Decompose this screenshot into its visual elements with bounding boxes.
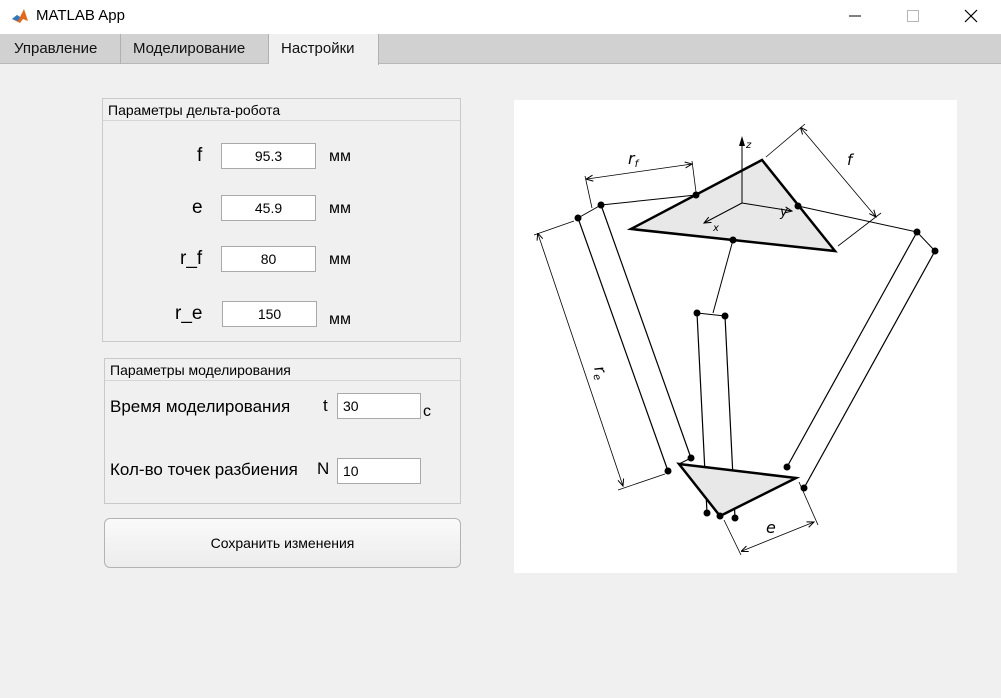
sim-params-title: Параметры моделирования [105,359,460,381]
e-label: e [192,197,203,218]
left-upper-link [577,204,602,219]
right-upper-link-2 [916,231,936,252]
tab-bar: Управление Моделирование Настройки [0,34,1001,65]
sim-time-symbol: t [323,396,328,415]
minimize-button[interactable] [826,0,884,32]
e-ext-1 [723,519,742,556]
points-input[interactable]: 10 [337,458,421,484]
sim-time-input[interactable]: 30 [337,393,421,419]
middle-upper-link [712,239,734,314]
robot-params-panel: Параметры дельта-робота f 95.3 мм e 45.9… [102,98,461,342]
rf-ext-1 [584,175,593,209]
maximize-icon [907,10,919,22]
matlab-logo-icon [11,7,29,25]
f-ext-1 [765,123,806,158]
tab-settings[interactable]: Настройки [269,34,379,65]
save-changes-button[interactable]: Сохранить изменения [104,518,461,568]
f-dim-line [801,128,876,217]
rf-dim-label: rf [628,149,640,170]
points-label: Кол-во точек разбиения [110,460,298,479]
right-rod-2 [803,250,936,489]
e-ext-2 [798,481,819,526]
re-input[interactable]: 150 [222,301,317,327]
left-rod-1 [577,217,669,472]
tab-control[interactable]: Управление [2,34,121,64]
tab-modeling[interactable]: Моделирование [121,34,269,64]
rf-input[interactable]: 80 [221,246,316,272]
rf-unit: мм [329,251,351,268]
sim-params-panel: Параметры моделирования Время моделирова… [104,358,461,504]
re-dim-label: re [588,363,612,382]
f-ext-2 [837,212,882,247]
z-arrowhead [739,136,745,146]
rf-ext-2 [691,160,697,193]
x-axis-label: x [712,223,719,234]
re-unit: мм [329,311,351,328]
robot-params-title: Параметры дельта-робота [103,99,460,121]
re-label: r_e [175,303,203,324]
f-dim-label: f [847,151,855,169]
z-axis-label: z [745,140,752,151]
title-bar: MATLAB App [0,0,1001,34]
points-symbol: N [317,459,330,478]
e-input[interactable]: 45.9 [221,195,316,221]
sim-time-unit: с [423,403,431,420]
y-axis-label: y [779,205,788,220]
middle-joint-link [696,312,726,317]
f-label: f [197,145,203,166]
e-unit: мм [329,200,351,217]
window-title: MATLAB App [36,7,125,24]
left-rod-2 [600,204,692,459]
close-button[interactable] [942,0,1000,32]
e-dim-line [742,522,814,551]
re-ext-1 [533,220,575,236]
e-dim-label: e [766,518,776,537]
right-rod-1 [786,231,918,468]
maximize-button[interactable] [884,0,942,32]
rf-dim-line [587,164,692,179]
f-unit: мм [329,148,351,165]
minimize-icon [849,15,861,17]
rf-label: r_f [180,248,203,269]
delta-robot-diagram: z y x rf f re e [514,100,957,573]
re-dim-line [538,234,623,486]
effector-triangle [676,462,801,518]
close-icon [964,9,978,23]
f-input[interactable]: 95.3 [221,143,316,169]
sim-time-label: Время моделирования [110,397,291,416]
re-ext-2 [617,473,666,491]
delta-robot-drawing: z y x rf f re e [533,123,939,556]
